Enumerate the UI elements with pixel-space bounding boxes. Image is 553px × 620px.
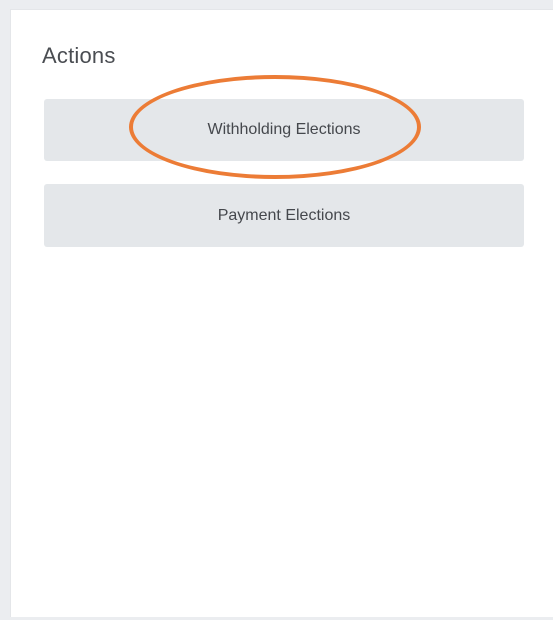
panel-title: Actions [42, 43, 116, 68]
withholding-elections-button[interactable]: Withholding Elections [44, 99, 524, 161]
page-background: Actions Withholding Elections Payment El… [0, 0, 553, 620]
payment-elections-button[interactable]: Payment Elections [44, 184, 524, 247]
button-label: Payment Elections [217, 206, 351, 224]
actions-panel: Actions Withholding Elections Payment El… [10, 9, 553, 617]
button-label: Withholding Elections [207, 121, 361, 138]
